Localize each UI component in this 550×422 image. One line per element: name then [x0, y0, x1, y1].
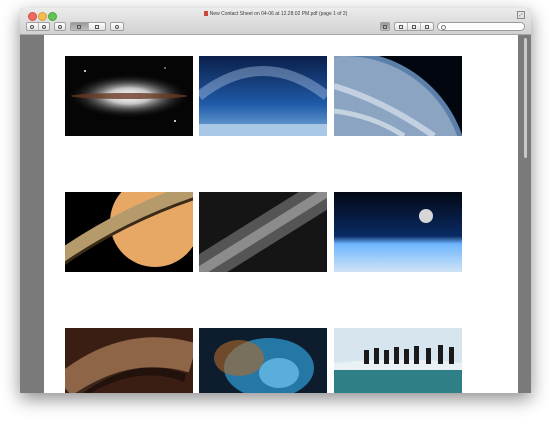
thumbnail-milky-way-band[interactable] — [199, 192, 327, 272]
zoom-in-icon — [41, 24, 46, 29]
single-page-icon — [77, 24, 82, 29]
vertical-scrollbar[interactable] — [524, 38, 527, 158]
thumbnail-milky-way-blue-sky[interactable] — [199, 56, 327, 136]
thumbnail-saturn-rings[interactable] — [65, 192, 193, 272]
thumbnail-galactic-dust-lanes[interactable] — [65, 328, 193, 393]
single-page-button[interactable] — [71, 23, 89, 30]
edit-icon — [115, 24, 119, 29]
sidebar-icon — [399, 24, 403, 29]
pdf-page — [44, 35, 518, 393]
sidebar-button[interactable] — [395, 23, 408, 30]
zoom-out-icon — [30, 24, 35, 29]
search-icon — [441, 25, 446, 30]
fullscreen-icon[interactable]: ⤢ — [517, 11, 525, 19]
thumbnails-button[interactable] — [380, 22, 390, 31]
window-title: New Contact Sheet on 04-06 at 12.28.02 P… — [209, 11, 348, 17]
thumbnail-earth-clouds-from-orbit[interactable] — [334, 56, 462, 136]
thumbnail-blue-nebula[interactable] — [199, 328, 327, 393]
zoom-out-button[interactable] — [27, 23, 39, 30]
next-page-button[interactable] — [421, 23, 433, 30]
rotate-button[interactable] — [54, 22, 66, 31]
previous-page-button[interactable] — [408, 23, 421, 30]
zoom-control — [26, 22, 50, 31]
rotate-icon — [58, 24, 62, 29]
title-bar: New Contact Sheet on 04-06 at 12.28.02 P… — [20, 8, 531, 35]
thumbnails-icon — [383, 24, 387, 29]
next-page-icon — [425, 24, 429, 29]
sidebar-and-paging-control — [394, 22, 434, 31]
page-display-control — [70, 22, 106, 31]
two-page-icon — [94, 24, 99, 29]
window-title-area: New Contact Sheet on 04-06 at 12.28.02 P… — [20, 11, 531, 17]
search-field[interactable] — [437, 22, 525, 31]
edit-toolbar-button[interactable] — [110, 22, 124, 31]
preview-window: New Contact Sheet on 04-06 at 12.28.02 P… — [20, 8, 531, 393]
two-page-button[interactable] — [89, 23, 106, 30]
thumbnail-penguins-on-ice[interactable] — [334, 328, 462, 393]
zoom-in-button[interactable] — [39, 23, 50, 30]
pdf-document-icon — [203, 11, 208, 17]
thumbnail-sombrero-galaxy[interactable] — [65, 56, 193, 136]
thumbnail-earth-horizon-moon[interactable] — [334, 192, 462, 272]
previous-page-icon — [412, 24, 416, 29]
